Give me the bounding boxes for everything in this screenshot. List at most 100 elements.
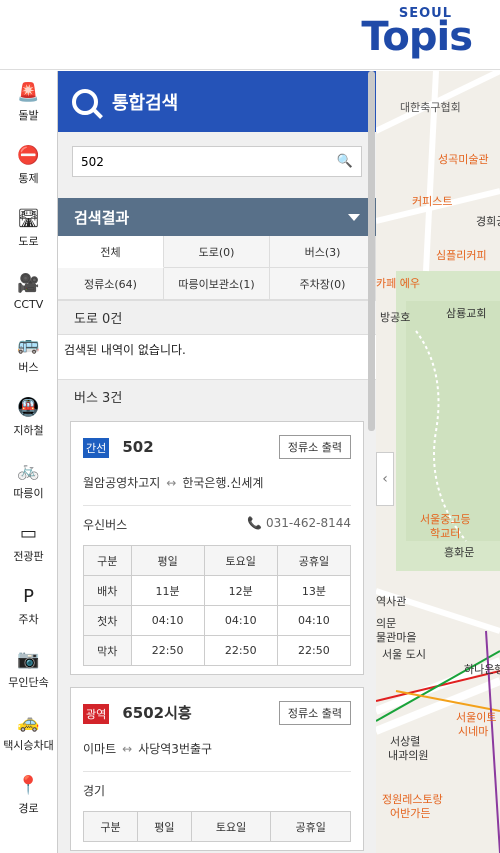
map-place-label[interactable]: 내과의원 (388, 747, 428, 763)
sidebar-item-label: 따릉이 (13, 487, 44, 500)
panel-scrollbar[interactable] (368, 71, 375, 431)
map-place-label[interactable]: 삼룡교회 (446, 305, 486, 321)
table-cell: 배차 (83, 575, 132, 606)
sidebar-item-6[interactable]: 🚲 따릉이 (0, 449, 57, 512)
road-icon: 🛣 (17, 208, 40, 229)
sidebar-item-label: 돌발 (18, 109, 39, 122)
sidebar-item-2[interactable]: 🛣 도로 (0, 197, 57, 260)
bus-card[interactable]: 간선 502 정류소 출력 월암공영차고지 ↔ 한국은행.신세계 우신버스 📞 03… (70, 421, 364, 675)
table-cell: 12분 (203, 575, 278, 606)
map-place-label[interactable]: 커피스트 (412, 193, 452, 209)
table-header: 평일 (136, 811, 192, 842)
result-tabs: 전체 도로(0) 버스(3) 정류소(64) 따릉이보관소(1) 주차장(0) (58, 236, 376, 300)
sidebar-item-label: 경로 (18, 802, 39, 815)
sidebar-item-label: 버스 (18, 361, 39, 374)
sidebar-item-5[interactable]: 🚇 지하철 (0, 386, 57, 449)
table-header: 평일 (130, 545, 205, 576)
sidebar-item-0[interactable]: 🚨 돌발 (0, 71, 57, 134)
sidebar-item-1[interactable]: ⛔ 통제 (0, 134, 57, 197)
bicycle-icon: 🚲 (17, 460, 40, 481)
camera-icon: 🎥 (17, 272, 40, 294)
map-place-label[interactable]: 하나은행 (464, 661, 500, 677)
route-arrow-icon: ↔ (166, 476, 177, 490)
table-header: 토요일 (203, 545, 278, 576)
alert-icon: 🚨 (17, 82, 40, 103)
table-row: 막차 22:50 22:50 22:50 (83, 635, 352, 666)
operator-name: 우신버스 (83, 518, 128, 532)
sidebar-item-label: 도로 (18, 235, 39, 248)
route-to: 사당역3번출구 (138, 742, 213, 756)
tab-all[interactable]: 전체 (58, 236, 164, 268)
map-place-label[interactable]: 카페 에우 (376, 275, 420, 291)
search-submit-icon[interactable]: 🔍 (337, 154, 353, 169)
sidebar-item-label: 주차 (18, 613, 39, 626)
tab-parking[interactable]: 주차장(0) (270, 268, 376, 300)
table-header: 구분 (83, 545, 132, 576)
bus-section-header: 버스 3건 (58, 379, 376, 413)
route-endpoints: 이마트 ↔ 사당역3번출구 (83, 740, 351, 772)
map-place-label[interactable]: 흥화문 (444, 544, 474, 560)
tab-bike-stations[interactable]: 따릉이보관소(1) (164, 268, 270, 300)
map-place-label[interactable]: 경희궁 (476, 213, 500, 229)
bus-number[interactable]: 502 (122, 438, 153, 456)
parking-icon: P (23, 586, 34, 607)
table-header: 공휴일 (270, 811, 351, 842)
schedule-table: 구분 평일 토요일 공휴일 배차 11분 12분 13분 첫차 04:10 04… (83, 545, 352, 666)
sidebar-item-11[interactable]: 📍 경로 (0, 764, 57, 827)
table-cell: 첫차 (83, 605, 132, 636)
map-place-label[interactable]: 성곡미술관 (438, 151, 489, 167)
schedule-table: 구분 평일 토요일 공휴일 (83, 811, 351, 842)
header: SEOUL Topis (0, 0, 500, 70)
collapse-icon[interactable] (348, 213, 360, 221)
panel-title: 통합검색 (112, 92, 179, 114)
sidebar-item-3[interactable]: 🎥 CCTV (0, 260, 57, 323)
route-arrow-icon: ↔ (122, 742, 133, 756)
billboard-icon: ▭ (19, 523, 37, 544)
no-entry-icon: ⛔ (17, 145, 40, 166)
map-place-label[interactable]: 어반가든 (390, 805, 430, 821)
results-label: 검색결과 (74, 208, 130, 227)
map-place-label[interactable]: 대한축구협회 (400, 99, 461, 115)
logo-topis: Topis (361, 14, 473, 60)
operator-phone: 031-462-8144 (265, 516, 351, 530)
sidebar-item-10[interactable]: 🚕 택시승차대 (0, 701, 57, 764)
print-stops-button[interactable]: 정류소 출력 (278, 701, 351, 725)
bus-number[interactable]: 6502시흥 (122, 704, 191, 722)
sidebar-item-4[interactable]: 🚌 버스 (0, 323, 57, 386)
search-input[interactable] (81, 154, 337, 169)
bus-card[interactable]: 광역 6502시흥 정류소 출력 이마트 ↔ 사당역3번출구 경기 구분 평일 토요… (70, 687, 364, 851)
tab-stops[interactable]: 정류소(64) (58, 268, 164, 300)
table-cell: 13분 (276, 575, 352, 606)
topis-logo[interactable]: SEOUL Topis (350, 6, 473, 62)
map-place-label[interactable]: 심플리커피 (436, 247, 487, 263)
panel-collapse-toggle[interactable]: ‹ (376, 452, 394, 506)
map-place-label[interactable]: 물관마을 (376, 629, 416, 645)
sidebar-item-8[interactable]: P 주차 (0, 575, 57, 638)
map-place-label[interactable]: 학교터 (430, 525, 460, 541)
route-from: 월암공영차고지 (83, 476, 161, 490)
tab-road[interactable]: 도로(0) (164, 236, 270, 268)
road-empty-message: 검색된 내역이 없습니다. (58, 334, 376, 379)
route-from: 이마트 (83, 742, 117, 756)
map-place-label[interactable]: 방공호 (380, 309, 410, 325)
route-type-badge: 광역 (83, 704, 110, 724)
print-stops-button[interactable]: 정류소 출력 (278, 435, 351, 459)
sidebar-item-9[interactable]: 📷 무인단속 (0, 638, 57, 701)
tab-bus[interactable]: 버스(3) (270, 236, 376, 268)
table-cell: 11분 (130, 575, 205, 606)
table-row: 배차 11분 12분 13분 (83, 575, 352, 606)
table-header: 공휴일 (276, 545, 352, 576)
operator-row: 우신버스 📞 031-462-8144 (83, 516, 351, 533)
panel-title-bar: 통합검색 (58, 71, 376, 132)
sidebar-item-label: 지하철 (13, 424, 44, 437)
table-cell: 04:10 (276, 605, 352, 636)
map-place-label[interactable]: 서울 도시 (382, 646, 426, 662)
sidebar-item-7[interactable]: ▭ 전광판 (0, 512, 57, 575)
route-type-badge: 간선 (83, 437, 110, 458)
map-place-label[interactable]: 시네마 (458, 723, 488, 739)
results-header[interactable]: 검색결과 (58, 198, 376, 236)
map-view[interactable]: 대한축구협회성곡미술관커피스트경희궁심플리커피카페 에우방공호삼룡교회서울중고등… (376, 71, 500, 853)
phone-icon: 📞 (247, 516, 263, 530)
sidebar: 🚨 돌발 ⛔ 통제 🛣 도로 🎥 CCTV 🚌 버스 🚇 지하철 🚲 따릉이 ▭ 전광판 P 주차 📷 무인단속 🚕 택시… (0, 71, 58, 853)
map-place-label[interactable]: 역사관 (376, 593, 406, 609)
